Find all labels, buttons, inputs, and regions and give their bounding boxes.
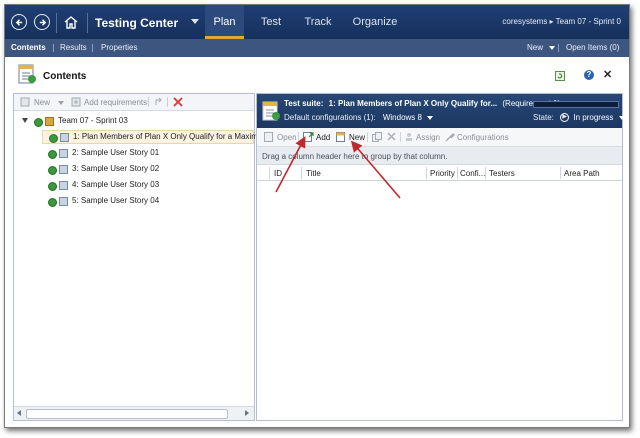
arrow-to-new-button xyxy=(350,140,401,199)
arrow-to-add-button xyxy=(275,136,306,193)
testing-center-window: Testing Center Plan Test Track Organize … xyxy=(4,4,630,428)
annotation-arrows xyxy=(275,136,401,199)
